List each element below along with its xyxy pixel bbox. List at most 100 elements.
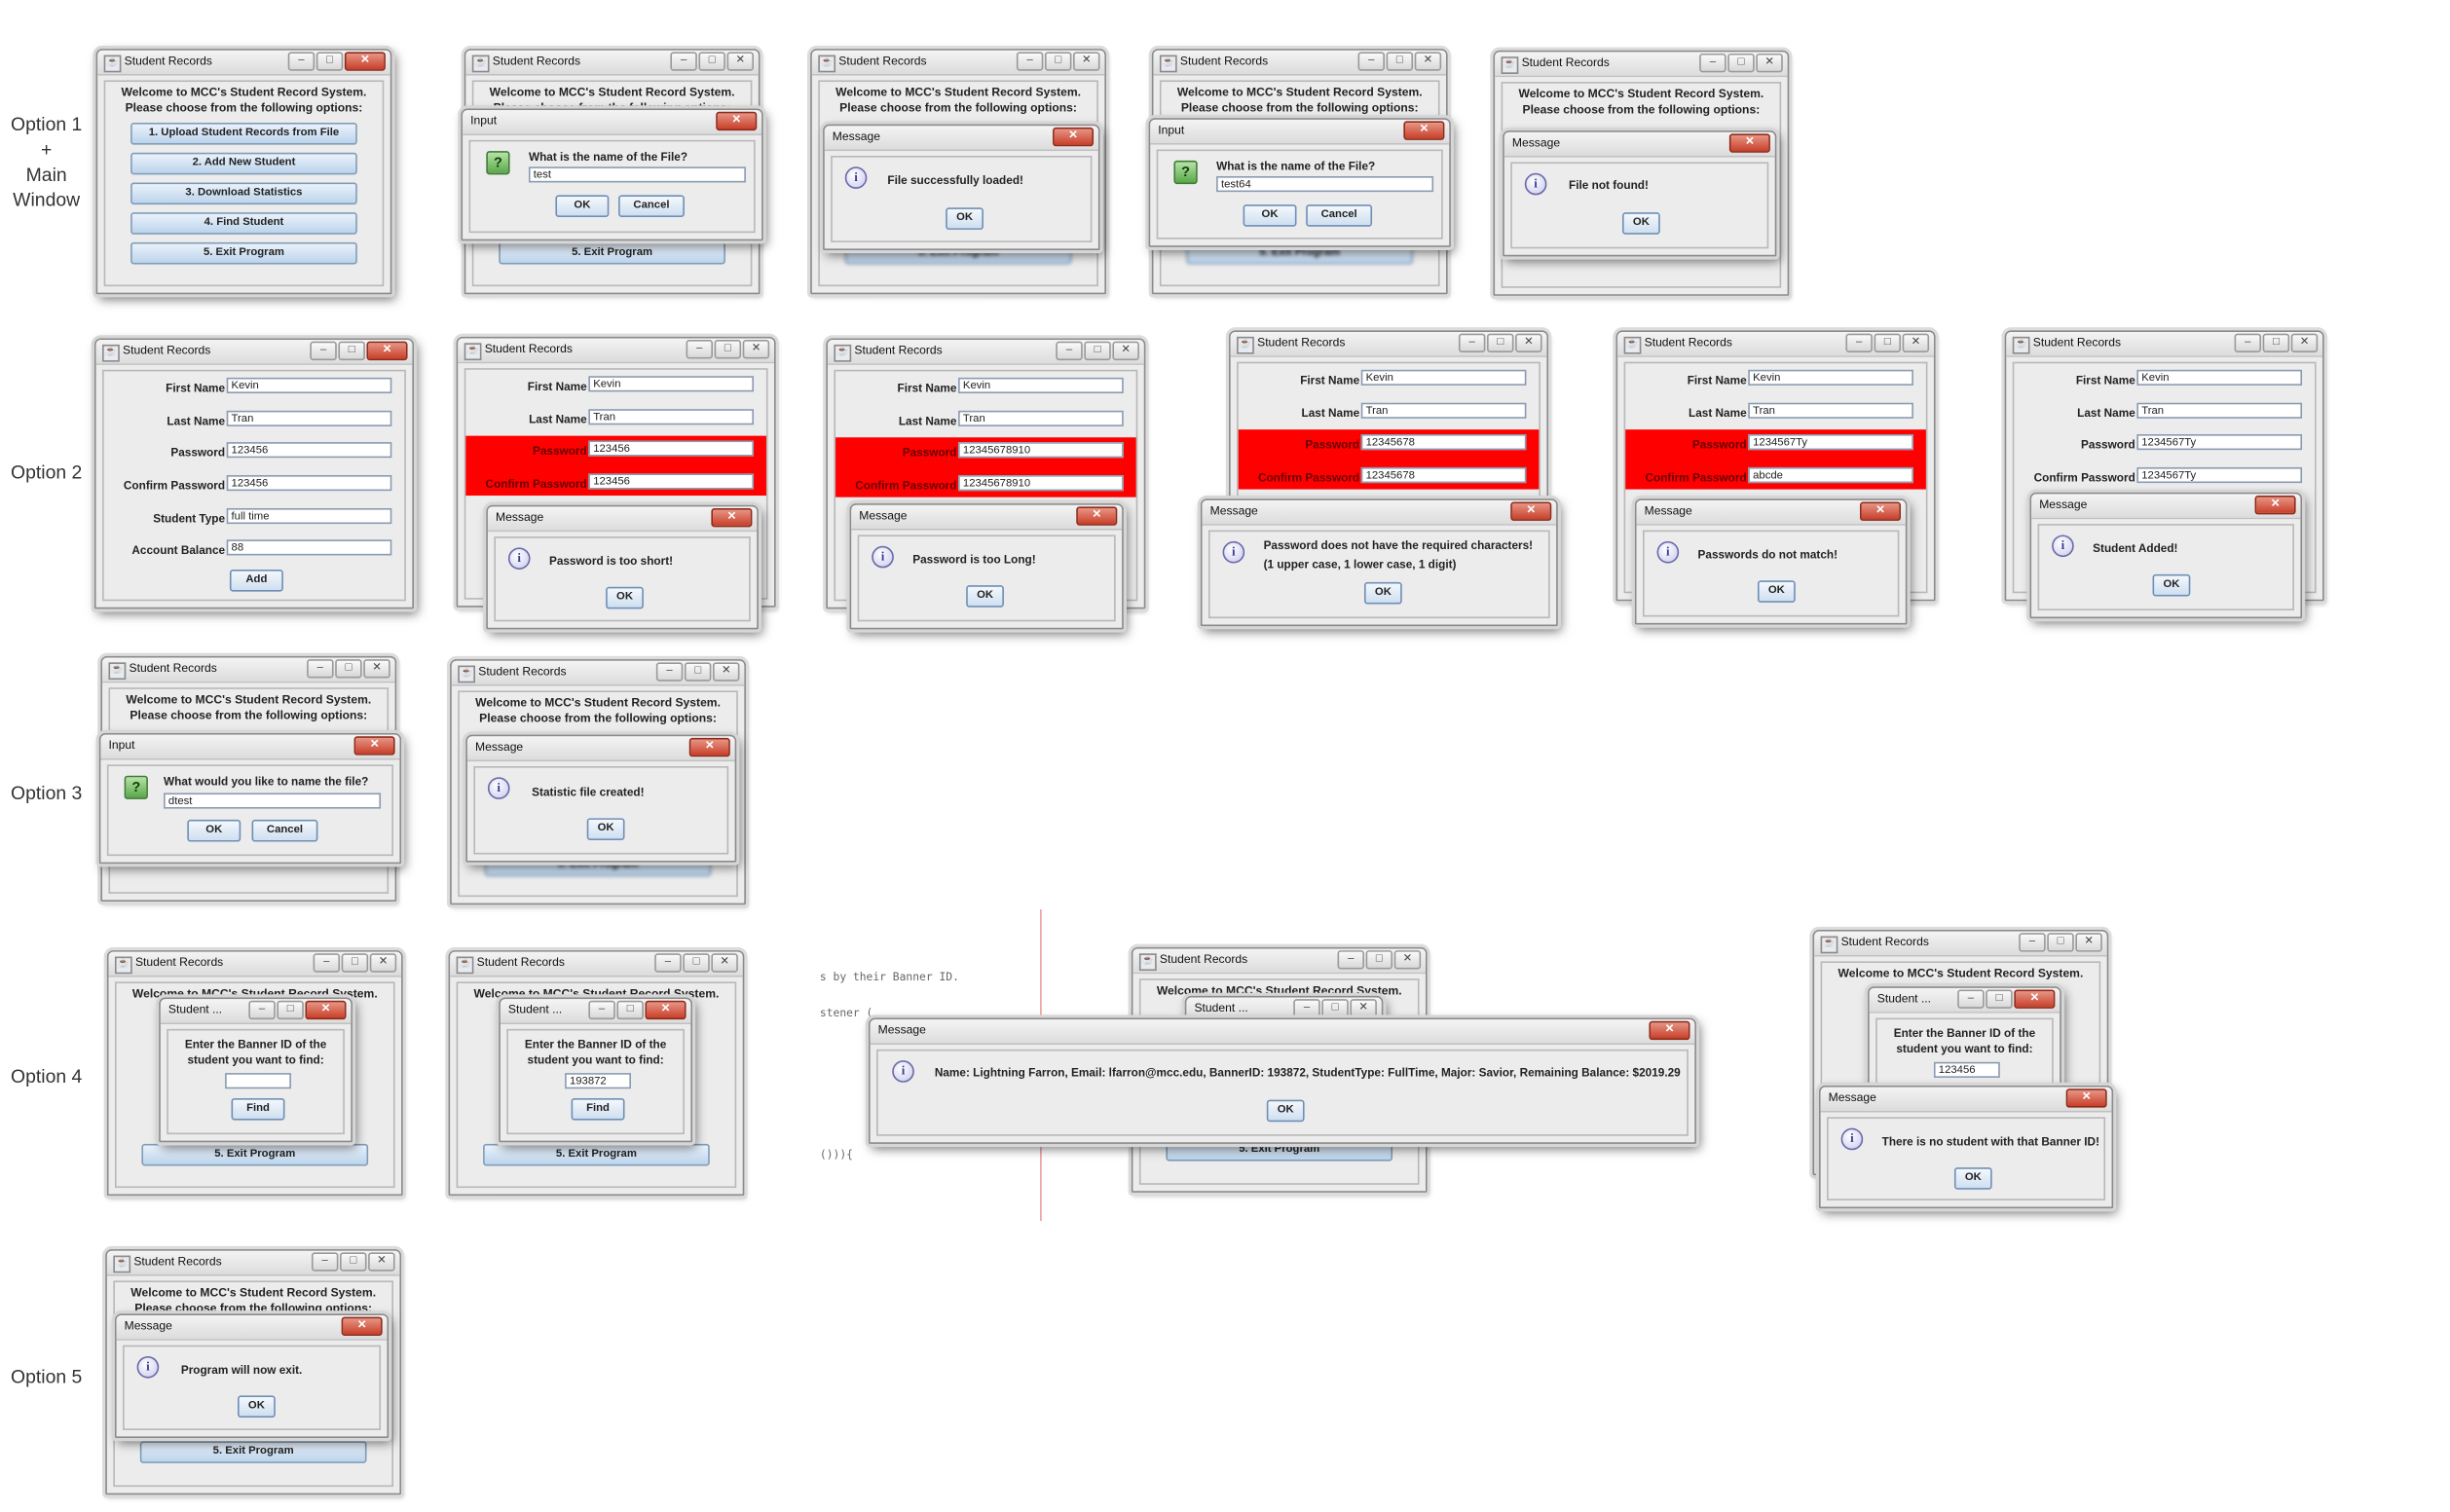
cancel-button[interactable]: Cancel — [618, 195, 685, 218]
minimize-button[interactable]: – — [1357, 52, 1385, 71]
minimize-button[interactable]: – — [310, 341, 337, 361]
password-field[interactable]: 1234567Ty — [2136, 434, 2303, 451]
ok-button[interactable]: OK — [1363, 581, 1402, 605]
minimize-button[interactable]: – — [307, 659, 334, 679]
confirm-password-field[interactable]: abcde — [1748, 466, 1913, 484]
minimize-button[interactable]: – — [1699, 53, 1726, 73]
close-button[interactable]: ✕ — [363, 659, 390, 679]
maximize-button[interactable]: □ — [1365, 950, 1393, 970]
first-name-field[interactable]: Kevin — [958, 377, 1124, 393]
minimize-button[interactable]: – — [1957, 989, 1985, 1009]
close-button[interactable]: ✕ — [2065, 1088, 2107, 1108]
minimize-button[interactable]: – — [1458, 333, 1486, 352]
close-button[interactable]: ✕ — [2254, 496, 2296, 515]
close-button[interactable]: ✕ — [366, 341, 408, 361]
maximize-button[interactable]: □ — [1874, 333, 1902, 352]
maximize-button[interactable]: □ — [616, 1000, 644, 1020]
maximize-button[interactable]: □ — [2262, 333, 2290, 352]
close-button[interactable]: ✕ — [711, 507, 753, 528]
close-button[interactable]: ✕ — [1515, 333, 1542, 352]
close-button[interactable]: ✕ — [726, 52, 755, 71]
password-field[interactable]: 12345678910 — [958, 442, 1124, 459]
close-button[interactable]: ✕ — [1728, 133, 1770, 153]
close-button[interactable]: ✕ — [1902, 333, 1930, 352]
password-field[interactable]: 123456 — [226, 442, 392, 459]
cancel-button[interactable]: Cancel — [251, 819, 318, 842]
maximize-button[interactable]: □ — [684, 662, 712, 682]
minimize-button[interactable]: – — [2019, 933, 2046, 952]
ok-button[interactable]: OK — [946, 207, 984, 230]
close-button[interactable]: ✕ — [2290, 333, 2319, 352]
ok-button[interactable]: OK — [238, 1395, 276, 1419]
exit-program-button[interactable]: 5. Exit Program — [130, 241, 357, 265]
minimize-button[interactable]: – — [588, 1000, 615, 1020]
close-button[interactable]: ✕ — [368, 1252, 395, 1272]
confirm-password-field[interactable]: 12345678 — [1360, 466, 1527, 484]
ok-button[interactable]: OK — [1953, 1167, 1992, 1190]
last-name-field[interactable]: Tran — [1360, 402, 1527, 419]
download-statistics-button[interactable]: 3. Download Statistics — [130, 182, 357, 205]
find-student-button[interactable]: 4. Find Student — [130, 212, 357, 235]
ok-button[interactable]: OK — [555, 195, 610, 218]
maximize-button[interactable]: □ — [1044, 52, 1072, 71]
ok-button[interactable]: OK — [586, 818, 625, 840]
first-name-field[interactable]: Kevin — [588, 376, 755, 392]
maximize-button[interactable]: □ — [340, 1252, 367, 1272]
last-name-field[interactable]: Tran — [588, 409, 755, 425]
ok-button[interactable]: OK — [1266, 1099, 1305, 1123]
confirm-password-field[interactable]: 12345678910 — [958, 475, 1124, 492]
add-student-button[interactable]: 2. Add New Student — [130, 152, 357, 175]
last-name-field[interactable]: Tran — [226, 410, 392, 426]
banner-id-input[interactable]: 123456 — [1933, 1061, 2000, 1078]
maximize-button[interactable]: □ — [1084, 341, 1111, 361]
minimize-button[interactable]: – — [248, 1000, 276, 1020]
minimize-button[interactable]: – — [1056, 341, 1083, 361]
banner-id-input[interactable] — [225, 1073, 291, 1089]
close-button[interactable]: ✕ — [711, 953, 738, 973]
ok-button[interactable]: OK — [606, 586, 644, 609]
maximize-button[interactable]: □ — [714, 340, 742, 359]
close-button[interactable]: ✕ — [2014, 989, 2056, 1009]
confirm-password-field[interactable]: 123456 — [588, 473, 755, 490]
first-name-field[interactable]: Kevin — [226, 377, 392, 393]
exit-program-button[interactable]: 5. Exit Program — [139, 1441, 367, 1463]
close-button[interactable]: ✕ — [1073, 52, 1100, 71]
close-button[interactable]: ✕ — [645, 1000, 687, 1020]
maximize-button[interactable]: □ — [1727, 53, 1755, 73]
minimize-button[interactable]: – — [686, 340, 714, 359]
find-button[interactable]: Find — [571, 1097, 625, 1121]
close-button[interactable]: ✕ — [2075, 933, 2102, 952]
ok-button[interactable]: OK — [2152, 573, 2191, 597]
minimize-button[interactable]: – — [1016, 52, 1044, 71]
maximize-button[interactable]: □ — [335, 659, 362, 679]
maximize-button[interactable]: □ — [1321, 999, 1349, 1018]
close-button[interactable]: ✕ — [305, 1000, 347, 1020]
close-button[interactable]: ✕ — [1403, 121, 1445, 140]
maximize-button[interactable]: □ — [1986, 989, 2013, 1009]
last-name-field[interactable]: Tran — [958, 410, 1124, 426]
filename-input[interactable]: test64 — [1216, 175, 1434, 193]
close-button[interactable]: ✕ — [1649, 1020, 1690, 1041]
minimize-button[interactable]: – — [1337, 950, 1364, 970]
close-button[interactable]: ✕ — [344, 52, 386, 71]
ok-button[interactable]: OK — [1243, 204, 1297, 227]
close-button[interactable]: ✕ — [1393, 950, 1422, 970]
close-button[interactable]: ✕ — [1414, 52, 1442, 71]
password-field[interactable]: 123456 — [588, 440, 755, 457]
exit-program-button[interactable]: 5. Exit Program — [499, 241, 725, 265]
close-button[interactable]: ✕ — [742, 340, 770, 359]
close-button[interactable]: ✕ — [1756, 53, 1783, 73]
minimize-button[interactable]: – — [2234, 333, 2262, 352]
last-name-field[interactable]: Tran — [2136, 402, 2303, 419]
maximize-button[interactable]: □ — [316, 52, 344, 71]
account-balance-field[interactable]: 88 — [226, 539, 392, 556]
password-field[interactable]: 1234567Ty — [1748, 434, 1913, 451]
close-button[interactable]: ✕ — [716, 111, 758, 131]
upload-records-button[interactable]: 1. Upload Student Records from File — [130, 123, 357, 145]
close-button[interactable]: ✕ — [1510, 501, 1552, 521]
maximize-button[interactable]: □ — [277, 1000, 304, 1020]
minimize-button[interactable]: – — [654, 953, 682, 973]
close-button[interactable]: ✕ — [1350, 999, 1377, 1018]
close-button[interactable]: ✕ — [353, 736, 395, 756]
password-field[interactable]: 12345678 — [1360, 434, 1527, 451]
